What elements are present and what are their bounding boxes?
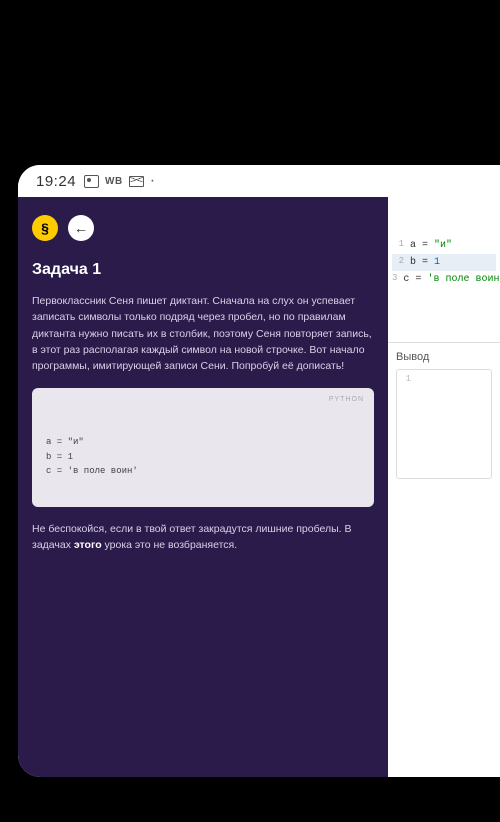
arrow-left-icon: ← [74, 220, 88, 236]
editor-line[interactable]: 1 a = "и" [392, 237, 496, 254]
line-number: 1 [392, 237, 410, 254]
wb-badge: WB [105, 176, 123, 187]
code-line: b = 1 [46, 452, 73, 462]
line-number: 3 [392, 271, 403, 288]
task-title: Задача 1 [32, 261, 374, 279]
task-description: Первоклассник Сеня пишет диктант. Сначал… [32, 293, 374, 374]
editor-line[interactable]: 3 c = 'в поле воин' [392, 271, 496, 288]
status-dot: · [150, 173, 155, 189]
picture-icon [84, 175, 99, 188]
device-frame: 19:24 WB · § ← Задача 1 Первоклассник Се… [18, 165, 500, 777]
line-number: 2 [392, 254, 410, 271]
code-line: c = 'в поле воин' [46, 466, 138, 476]
output-box: 1 [396, 369, 492, 479]
code-editor[interactable]: 1 a = "и" 2 b = 1 3 c = 'в поле воин' [388, 197, 500, 292]
app-area: § ← Задача 1 Первоклассник Сеня пишет ди… [18, 197, 500, 777]
envelope-icon [129, 176, 144, 187]
status-icons: WB · [84, 173, 155, 189]
logo-button[interactable]: § [32, 215, 58, 241]
code-language-label: PYTHON [329, 394, 364, 405]
header-icons: § ← [32, 215, 374, 241]
task-panel: § ← Задача 1 Первоклассник Сеня пишет ди… [18, 197, 388, 777]
task-note: Не беспокойся, если в твой ответ закраду… [32, 521, 374, 554]
note-bold: этого [74, 539, 102, 551]
editor-line[interactable]: 2 b = 1 [392, 254, 496, 271]
code-example: PYTHON a = "и" b = 1 c = 'в поле воин' [32, 388, 374, 506]
output-label: Вывод [396, 351, 492, 363]
back-button[interactable]: ← [68, 215, 94, 241]
editor-panel: 1 a = "и" 2 b = 1 3 c = 'в поле воин' Вы… [388, 197, 500, 777]
note-text: урока это не возбраняется. [102, 539, 238, 551]
output-line-number: 1 [401, 374, 417, 474]
status-bar: 19:24 WB · [18, 165, 500, 197]
section-icon: § [41, 220, 49, 236]
status-time: 19:24 [36, 173, 76, 190]
output-section: Вывод 1 [388, 342, 500, 777]
code-line: a = "и" [46, 437, 84, 447]
